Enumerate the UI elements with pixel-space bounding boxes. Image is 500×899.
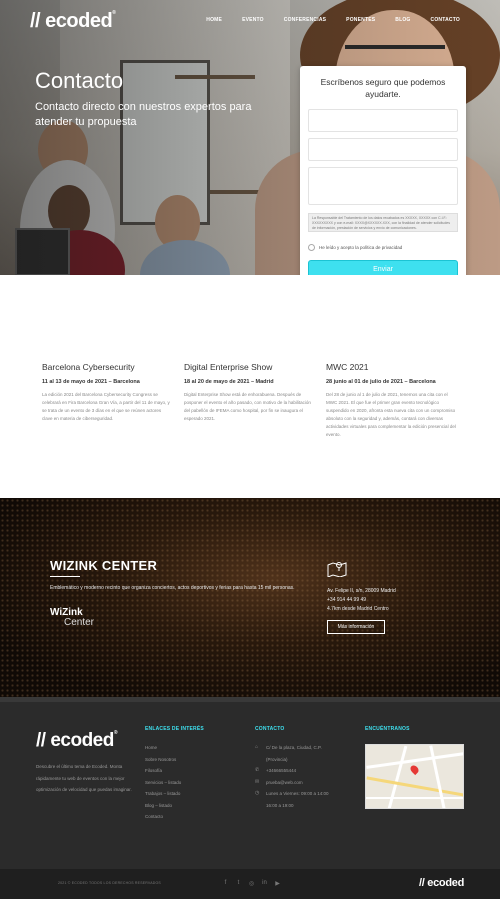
event-description: Digital Enterprise Show está de enhorabu… <box>184 392 311 421</box>
nav-home[interactable]: Home <box>206 17 222 23</box>
event-description: La edición 2021 del Barcelona Cybersecur… <box>42 392 170 421</box>
event-date: 11 al 13 de mayo de 2021 – Barcelona <box>42 379 140 385</box>
linkedin-icon[interactable]: in <box>261 880 268 887</box>
phone-icon: ✆ <box>255 767 260 773</box>
footer-about: Descubre el último tema de Ecoded. Monta… <box>36 764 132 792</box>
nav-ponentes[interactable]: Ponentes <box>346 17 375 23</box>
footer-link-blog[interactable]: Blog – listado <box>145 800 204 812</box>
venue-description: Emblemático y moderno recinto que organi… <box>50 585 295 591</box>
nav-blog[interactable]: Blog <box>395 17 410 23</box>
privacy-consent[interactable]: He leído y acepto la política de privaci… <box>308 244 402 251</box>
footer-link-contact[interactable]: Contacto <box>145 811 204 823</box>
consent-checkbox[interactable] <box>308 244 315 251</box>
event-date: 28 junio al 01 de julio de 2021 – Barcel… <box>326 379 436 385</box>
instagram-icon[interactable]: ◎ <box>248 880 255 887</box>
event-card: Barcelona Cybersecurity 11 al 13 de mayo… <box>42 362 172 423</box>
location-map[interactable] <box>365 744 464 809</box>
map-pin-icon <box>327 562 347 577</box>
event-card: Digital Enterprise Show 18 al 20 de mayo… <box>184 362 314 423</box>
page: // ecoded® Home Evento Conferencias Pone… <box>0 0 500 899</box>
contact-address: C/ De la plaza, Ciudad, C.P. (Provincia) <box>266 745 322 762</box>
footer-map-col: ENCUÉNTRANOS <box>365 726 410 732</box>
events-section: Barcelona Cybersecurity 11 al 13 de mayo… <box>0 275 500 498</box>
footer-logo[interactable]: // ecoded® <box>36 730 118 752</box>
consent-label: He leído y acepto la política de privaci… <box>319 245 403 250</box>
contact-hours-2: 16:00 a 19:00 <box>266 802 294 808</box>
footer-contact: CONTACTO ⌂ C/ De la plaza, Ciudad, C.P. (… <box>255 726 341 811</box>
form-title: Escríbenos seguro que podemos ayudarte. <box>320 77 446 99</box>
nav-evento[interactable]: Evento <box>242 17 264 23</box>
footer-links: ENLACES DE INTERÉS Home Sobre Nosotros F… <box>145 726 204 823</box>
contact-heading: CONTACTO <box>255 726 285 732</box>
nav-contacto[interactable]: Contacto <box>431 17 460 23</box>
event-date: 18 al 20 de mayo de 2021 – Madrid <box>184 379 274 385</box>
event-title[interactable]: Digital Enterprise Show <box>184 362 314 372</box>
message-field[interactable] <box>308 167 458 205</box>
map-marker-icon <box>408 763 421 776</box>
contact-phone[interactable]: +34666555444 <box>266 765 296 777</box>
twitter-icon[interactable]: t <box>235 880 242 887</box>
social-links: f t ◎ in ▶ <box>222 880 281 887</box>
venue-section: WIZINK CENTER Emblemático y moderno reci… <box>0 498 500 697</box>
site-logo[interactable]: // ecoded® <box>30 10 116 33</box>
footer-link-home[interactable]: Home <box>145 742 204 754</box>
legal-text: La Responsable del Tratamiento de los da… <box>308 213 458 232</box>
copyright: 2021 © ECODED TODOS LOS DERECHOS RESERVA… <box>58 881 161 885</box>
main-menu: Home Evento Conferencias Ponentes Blog C… <box>186 17 460 23</box>
more-info-button[interactable]: Más información <box>327 620 385 634</box>
event-title[interactable]: Barcelona Cybersecurity <box>42 362 172 372</box>
venue-address: Av. Felipe II, s/n, 28009 Madrid +34 914… <box>327 588 396 612</box>
footer-link-services[interactable]: Servicios – listado <box>145 777 204 789</box>
clock-icon: ◷ <box>255 790 260 796</box>
event-title[interactable]: MWC 2021 <box>326 362 456 372</box>
footer-link-philosophy[interactable]: Filosofía <box>145 765 204 777</box>
bottom-logo[interactable]: // ecoded <box>419 877 464 889</box>
page-title: Contacto <box>35 68 124 93</box>
contact-email[interactable]: prueba@web.com <box>266 777 303 789</box>
contact-form: Escríbenos seguro que podemos ayudarte. … <box>300 66 466 289</box>
footer-link-about[interactable]: Sobre Nosotros <box>145 754 204 766</box>
home-icon: ⌂ <box>255 744 259 750</box>
event-description: Del 28 de junio al 1 de julio de 2021, t… <box>326 392 456 437</box>
venue-title: WIZINK CENTER <box>50 558 158 573</box>
name-field[interactable] <box>308 109 458 132</box>
youtube-icon[interactable]: ▶ <box>274 880 281 887</box>
facebook-icon[interactable]: f <box>222 880 229 887</box>
email-field[interactable] <box>308 138 458 161</box>
links-heading: ENLACES DE INTERÉS <box>145 726 204 732</box>
wizink-logo: WiZink Center <box>50 607 95 628</box>
bottom-bar: 2021 © ECODED TODOS LOS DERECHOS RESERVA… <box>0 869 500 899</box>
mail-icon: ✉ <box>255 778 260 785</box>
event-card: MWC 2021 28 junio al 01 de julio de 2021… <box>326 362 456 439</box>
footer: // ecoded® Descubre el último tema de Ec… <box>0 697 500 869</box>
nav-conferencias[interactable]: Conferencias <box>284 17 326 23</box>
contact-hours: Lunes a Viernes: 09:00 a 14:00 <box>266 791 329 796</box>
page-subtitle: Contacto directo con nuestros expertos p… <box>35 101 252 128</box>
top-nav: // ecoded® Home Evento Conferencias Pone… <box>0 0 500 42</box>
title-underline <box>50 576 80 577</box>
map-heading: ENCUÉNTRANOS <box>365 726 410 732</box>
footer-link-works[interactable]: Trabajos – listado <box>145 788 204 800</box>
